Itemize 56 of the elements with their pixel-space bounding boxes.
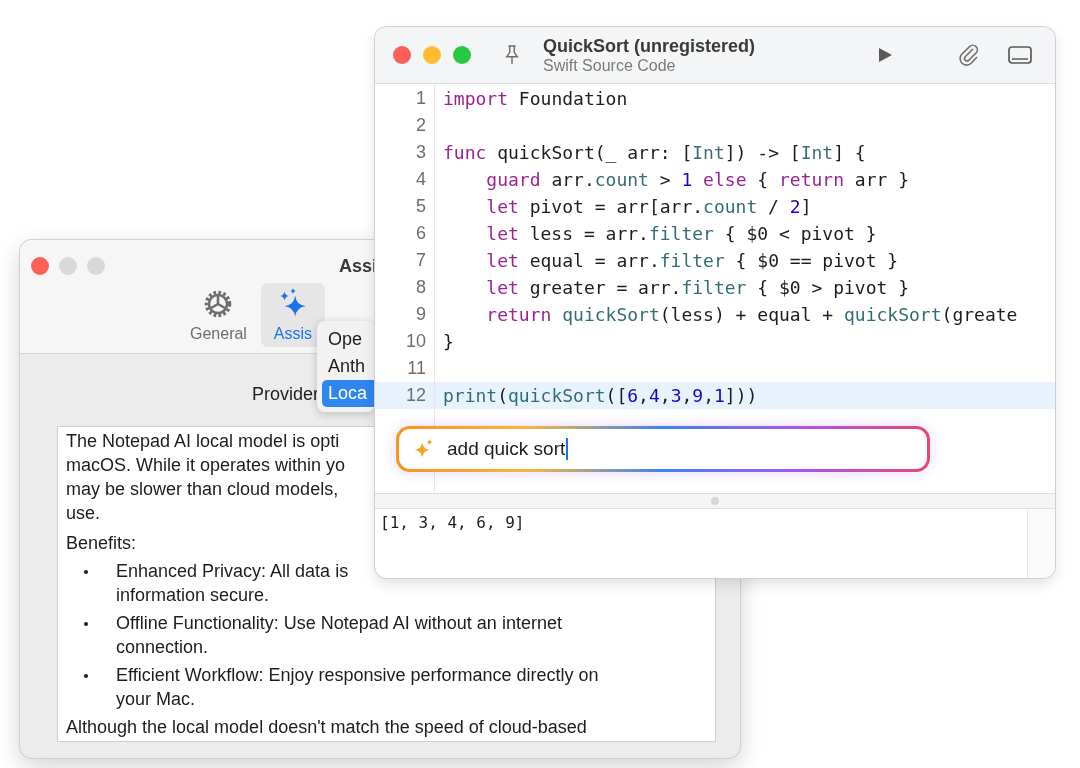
description-line: macOS. While it operates within yo [66, 454, 346, 477]
prompt-field[interactable]: add quick sort [396, 426, 930, 472]
window-subtitle: Swift Source Code [543, 56, 676, 75]
menu-item[interactable]: Anth [322, 353, 375, 380]
bullet-icon [84, 622, 88, 626]
benefit-text: information secure. [116, 584, 270, 607]
split-handle[interactable] [711, 497, 719, 505]
line-number: 6 [415, 223, 426, 244]
minimize-button[interactable] [423, 46, 441, 64]
toolbar-tab[interactable]: General [184, 283, 253, 347]
line-number: 1 [415, 88, 426, 109]
zoom-button[interactable] [453, 46, 471, 64]
line-number: 8 [415, 277, 426, 298]
line-number: 10 [404, 331, 426, 352]
line-number: 4 [415, 169, 426, 190]
description-line: Although the local model doesn't match the speed of cloud-based [66, 716, 587, 739]
benefit-text: Enhanced Privacy: All data is [116, 560, 349, 583]
provider-label: Provider [251, 384, 319, 406]
benefit-text: Efficient Workflow: Enjoy responsive performance directly on [116, 664, 599, 687]
benefit-text: connection. [116, 636, 209, 659]
pin-icon[interactable] [503, 43, 521, 67]
code-line: return quickSort(less) + equal + quickSort(greate [485, 304, 1018, 325]
code-line: let pivot = arr[arr.count / 2] [485, 196, 812, 217]
code-line: guard arr.count > 1 else { return arr } [485, 169, 910, 190]
code-line: } [443, 331, 454, 352]
menu-item[interactable]: Loca [322, 380, 375, 407]
line-number: 5 [415, 196, 426, 217]
description-line: may be slower than cloud models, [66, 478, 339, 501]
code-line: let equal = arr.filter { $0 == pivot } [485, 250, 899, 271]
bullet-icon [84, 674, 88, 678]
line-number: 2 [415, 115, 426, 136]
code-line: let greater = arr.filter { $0 > pivot } [485, 277, 909, 298]
code-line: let less = arr.filter { $0 < pivot } [485, 223, 877, 244]
code-line: import Foundation [443, 88, 628, 109]
paperclip-icon[interactable] [957, 43, 981, 67]
description-line: The Notepad AI local model is opti [66, 430, 340, 453]
window-title: QuickSort (unregistered) [543, 35, 756, 57]
description-line: use. [66, 502, 101, 525]
console-output: [1, 3, 4, 6, 9] [379, 512, 526, 532]
line-number: 11 [406, 358, 426, 379]
benefit-text: your Mac. [116, 688, 196, 711]
toolbar-tab[interactable]: Assis [260, 283, 325, 347]
benefit-text: Offline Functionality: Use Notepad AI without an internet [116, 612, 562, 635]
bullet-icon [84, 570, 88, 574]
text-cursor [566, 438, 569, 460]
code-line: func quickSort(_ arr: [Int]) -> [Int] { [443, 142, 866, 163]
panel-icon[interactable] [1007, 45, 1033, 65]
code-line: print(quickSort([6,4,3,9,1])) [443, 385, 758, 406]
close-button[interactable] [393, 46, 411, 64]
menu-item[interactable]: Ope [322, 326, 375, 353]
line-number: 7 [415, 250, 426, 271]
line-number: 9 [415, 304, 426, 325]
line-number: 12 [404, 385, 426, 406]
benefits-heading: Benefits: [66, 532, 137, 555]
line-number: 3 [415, 142, 426, 163]
close-button[interactable] [31, 257, 49, 275]
